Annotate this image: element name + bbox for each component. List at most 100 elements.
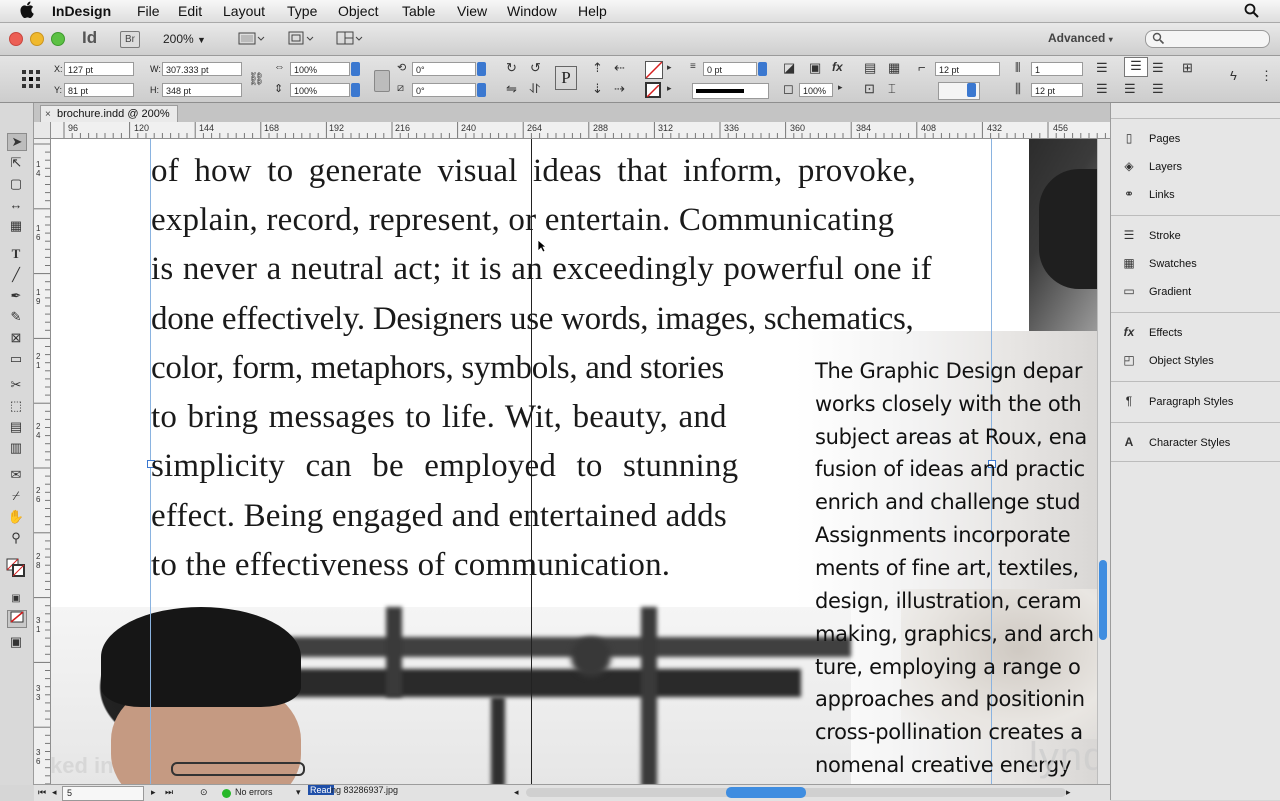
menu-help[interactable]: Help [578,3,607,19]
rotation-stepper[interactable] [477,62,486,76]
panel-object-styles[interactable]: ◰ Object Styles [1121,352,1280,372]
fit-content-icon[interactable]: ▦ [888,60,900,76]
type-tool-icon[interactable]: T [7,246,25,262]
drop-shadow-icon[interactable]: ◪ [783,60,795,76]
menu-layout[interactable]: Layout [223,3,265,19]
fill-swatch[interactable] [645,61,663,79]
select-previous-icon[interactable]: ⇠ [614,60,625,76]
minimize-window-button[interactable] [30,32,44,46]
panel-menu-icon[interactable]: ⋮ [1260,68,1273,84]
select-content-icon[interactable]: ⇣ [592,81,603,97]
menu-type[interactable]: Type [287,3,317,19]
eyedropper-tool-icon[interactable]: ⌿ [7,488,25,504]
scissors-tool-icon[interactable]: ✂ [7,377,25,393]
panel-swatches[interactable]: ▦ Swatches [1121,255,1280,275]
justify-vertical-icon[interactable]: ☰ [1096,81,1108,97]
fx-icon[interactable]: fx [832,60,843,74]
app-menu[interactable]: InDesign [52,3,111,19]
rotate-cw-icon[interactable]: ↻ [506,60,517,76]
fitting-icon[interactable]: ▤ [864,60,876,76]
scale-x-field[interactable]: 100% [290,62,350,76]
panel-stroke[interactable]: ☰ Stroke [1121,227,1280,247]
zoom-level-dropdown[interactable]: 200% ▼ [163,32,206,46]
rotation-field[interactable]: 0° [412,62,476,76]
inset-field[interactable]: 12 pt [935,62,1000,76]
fill-menu-arrow-icon[interactable]: ▸ [667,62,672,73]
panel-gradient[interactable]: ▭ Gradient [1121,283,1280,303]
panel-group-grip[interactable] [1111,422,1280,426]
top-right-photo[interactable] [1029,139,1097,331]
y-position-field[interactable]: 81 pt [64,83,134,97]
span-columns-icon[interactable]: ☰ [1124,81,1136,97]
panel-pages[interactable]: ▯ Pages [1121,130,1280,150]
preflight-menu-icon[interactable]: ▾ [296,787,301,798]
panel-links[interactable]: ⚭ Links [1121,186,1280,206]
scale-y-field[interactable]: 100% [290,83,350,97]
width-field[interactable]: 307.333 pt [162,62,242,76]
flip-horizontal-icon[interactable]: ⇋ [506,81,517,97]
scroll-right-icon[interactable]: ▸ [1066,787,1071,798]
spotlight-search-icon[interactable] [1244,3,1259,23]
columns-field[interactable]: 1 [1031,62,1083,76]
apple-icon[interactable] [20,1,34,19]
vertical-scrollbar[interactable] [1097,139,1111,785]
quick-apply-icon[interactable]: ϟ [1230,68,1237,83]
gradient-feather-tool-icon[interactable]: ▥ [7,440,25,456]
stroke-weight-field[interactable]: 0 pt [703,62,757,76]
close-tab-icon[interactable]: × [45,106,51,123]
vertical-ruler[interactable] [34,138,51,785]
line-tool-icon[interactable]: ╱ [7,267,25,283]
panel-group-grip[interactable] [1111,381,1280,385]
fit-frame-icon[interactable]: ⊡ [864,81,875,97]
ruler-origin[interactable] [34,122,51,139]
gutter-field[interactable]: 12 pt [1031,83,1083,97]
hand-tool-icon[interactable]: ✋ [7,509,25,525]
selection-tool-icon[interactable]: ➤ [7,133,27,151]
scale-x-stepper[interactable] [351,62,360,76]
open-page-icon[interactable]: ⊙ [200,787,208,798]
center-content-icon[interactable]: ⌶ [888,81,896,97]
panel-layers[interactable]: ◈ Layers [1121,158,1280,178]
scroll-left-icon[interactable]: ◂ [514,787,519,798]
flip-vertical-icon[interactable]: ⥯ [530,81,540,97]
previous-page-icon[interactable]: ◂ [52,787,57,798]
panel-effects[interactable]: fx Effects [1121,324,1280,344]
select-container-icon[interactable]: ⇡ [592,60,603,76]
last-page-icon[interactable]: ⏭ [165,787,173,798]
close-window-button[interactable] [9,32,23,46]
panel-group-grip[interactable] [1111,312,1280,316]
horizontal-ruler[interactable] [34,122,1110,139]
zoom-window-button[interactable] [51,32,65,46]
gap-tool-icon[interactable]: ↔ [7,197,25,213]
next-page-icon[interactable]: ▸ [151,787,156,798]
zoom-tool-icon[interactable]: ⚲ [7,530,25,546]
panel-character-styles[interactable]: A Character Styles [1121,434,1280,454]
gradient-swatch-tool-icon[interactable]: ▤ [7,419,25,435]
page-tool-icon[interactable]: ▢ [7,176,25,192]
screen-mode-icon[interactable] [287,31,315,46]
scale-y-stepper[interactable] [351,83,360,97]
rectangle-frame-tool-icon[interactable]: ⊠ [7,330,25,346]
stroke-swatch[interactable] [645,82,661,98]
vertical-scroll-thumb[interactable] [1099,560,1107,640]
opacity-arrow-icon[interactable]: ▸ [838,82,843,93]
panel-group-grip[interactable] [1111,118,1280,122]
arrange-documents-icon[interactable] [336,31,364,46]
document-canvas[interactable]: of how to generate visual ideas that inf… [51,139,1097,785]
free-transform-tool-icon[interactable]: ⬚ [7,398,25,414]
opacity-field[interactable]: 100% [799,83,833,97]
view-options-icon[interactable] [238,31,266,46]
shear-field[interactable]: 0° [412,83,476,97]
search-field[interactable] [1145,30,1270,48]
auto-size-stepper[interactable] [967,83,976,97]
screen-mode-tool-icon[interactable]: ▣ [7,634,25,650]
stroke-weight-stepper[interactable] [758,62,767,76]
height-field[interactable]: 348 pt [162,83,242,97]
horizontal-scroll-thumb[interactable] [726,787,806,798]
balance-columns-icon[interactable]: ☰ [1152,81,1164,97]
rotate-ccw-icon[interactable]: ↺ [530,60,541,76]
pencil-tool-icon[interactable]: ✎ [7,309,25,325]
note-tool-icon[interactable]: ✉ [7,467,25,483]
workspace-switcher[interactable]: Advanced ▾ [1048,31,1113,45]
stroke-menu-arrow-icon[interactable]: ▸ [667,83,672,94]
